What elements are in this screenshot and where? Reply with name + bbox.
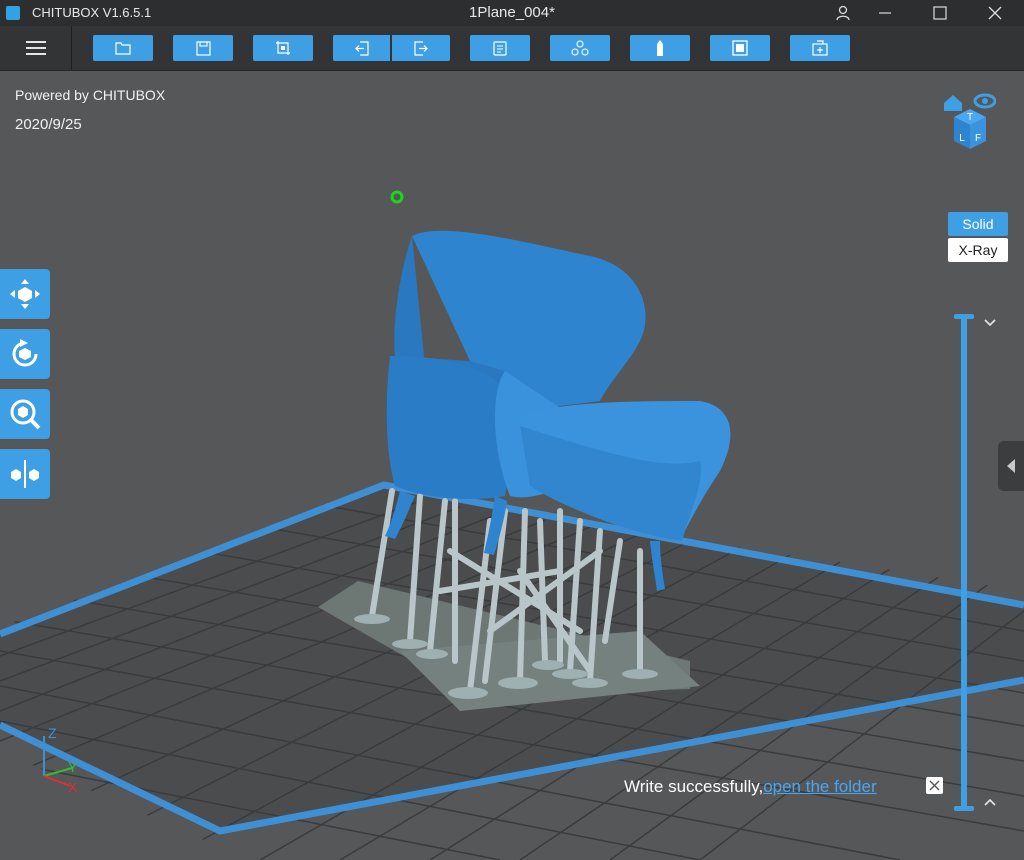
- xray-mode-button[interactable]: X-Ray: [948, 238, 1008, 262]
- chevron-up-icon[interactable]: [981, 793, 999, 811]
- view-button[interactable]: [710, 35, 770, 61]
- solid-mode-button[interactable]: Solid: [948, 212, 1008, 236]
- notification-message: Write successfully,: [624, 777, 764, 796]
- side-panel-toggle[interactable]: [998, 441, 1024, 491]
- build-plate-scene: [0, 190, 1024, 860]
- import-button[interactable]: [333, 35, 390, 61]
- import-icon: [354, 40, 369, 56]
- pivot-marker: [390, 190, 404, 204]
- eye-icon[interactable]: [973, 93, 996, 109]
- user-icon[interactable]: [820, 0, 866, 26]
- move-tool-button[interactable]: [0, 269, 50, 319]
- home-icon[interactable]: [944, 95, 962, 111]
- open-folder-link[interactable]: open the folder: [763, 777, 876, 796]
- screenshot-button[interactable]: [253, 35, 313, 61]
- rotate-tool-button[interactable]: [0, 329, 50, 379]
- axis-x-label: X: [68, 779, 78, 795]
- single-model-button[interactable]: [630, 35, 690, 61]
- scale-icon: [10, 399, 41, 430]
- open-folder-icon: [115, 42, 131, 55]
- multi-model-button[interactable]: [550, 35, 610, 61]
- notification: Write successfully,open the folder: [624, 777, 877, 797]
- axis-y-label: Y: [68, 759, 78, 775]
- powered-by-label: Powered by CHITUBOX: [15, 87, 166, 103]
- chevron-left-icon: [1007, 459, 1015, 473]
- add-icon: [812, 40, 828, 56]
- view-cube[interactable]: T L F: [940, 91, 996, 153]
- single-model-icon: [657, 40, 663, 56]
- cube-front-label: F: [975, 133, 981, 144]
- notification-close-button[interactable]: [926, 777, 943, 794]
- rotate-icon: [12, 339, 38, 367]
- mirror-icon: [11, 460, 39, 488]
- hamburger-menu-icon[interactable]: [14, 34, 58, 62]
- save-button[interactable]: [173, 35, 233, 61]
- layer-slider-bottom-handle[interactable]: [954, 806, 974, 811]
- cube-left-label: L: [959, 133, 965, 144]
- multi-model-icon: [571, 40, 589, 56]
- clipboard-button[interactable]: [470, 35, 530, 61]
- minimize-button[interactable]: [862, 0, 908, 26]
- layer-slider-track[interactable]: [961, 317, 967, 809]
- clipboard-icon: [493, 41, 507, 56]
- export-icon: [414, 40, 428, 56]
- mirror-tool-button[interactable]: [0, 449, 50, 499]
- 3d-viewport[interactable]: Powered by CHITUBOX 2020/9/25 T L F Soli…: [0, 71, 1024, 860]
- view-icon: [732, 40, 748, 56]
- axis-z-label: Z: [48, 726, 57, 741]
- save-icon: [195, 40, 211, 56]
- move-icon: [10, 279, 40, 309]
- add-button[interactable]: [790, 35, 850, 61]
- chevron-down-icon[interactable]: [981, 314, 999, 332]
- scale-tool-button[interactable]: [0, 389, 50, 439]
- axis-gizmo: Z Y X: [43, 726, 78, 795]
- date-label: 2020/9/25: [15, 116, 82, 133]
- screenshot-icon: [276, 41, 290, 55]
- layer-slider-top-handle[interactable]: [954, 314, 974, 319]
- export-button[interactable]: [392, 35, 450, 61]
- close-icon: [929, 780, 940, 791]
- close-button[interactable]: [972, 0, 1018, 26]
- title-bar: CHITUBOX V1.6.5.1 1Plane_004*: [0, 0, 1024, 26]
- open-file-button[interactable]: [93, 35, 153, 61]
- toolbar-divider: [71, 26, 72, 70]
- toolbar: [0, 26, 1024, 71]
- maximize-button[interactable]: [917, 0, 963, 26]
- cube-top-label: T: [967, 112, 973, 123]
